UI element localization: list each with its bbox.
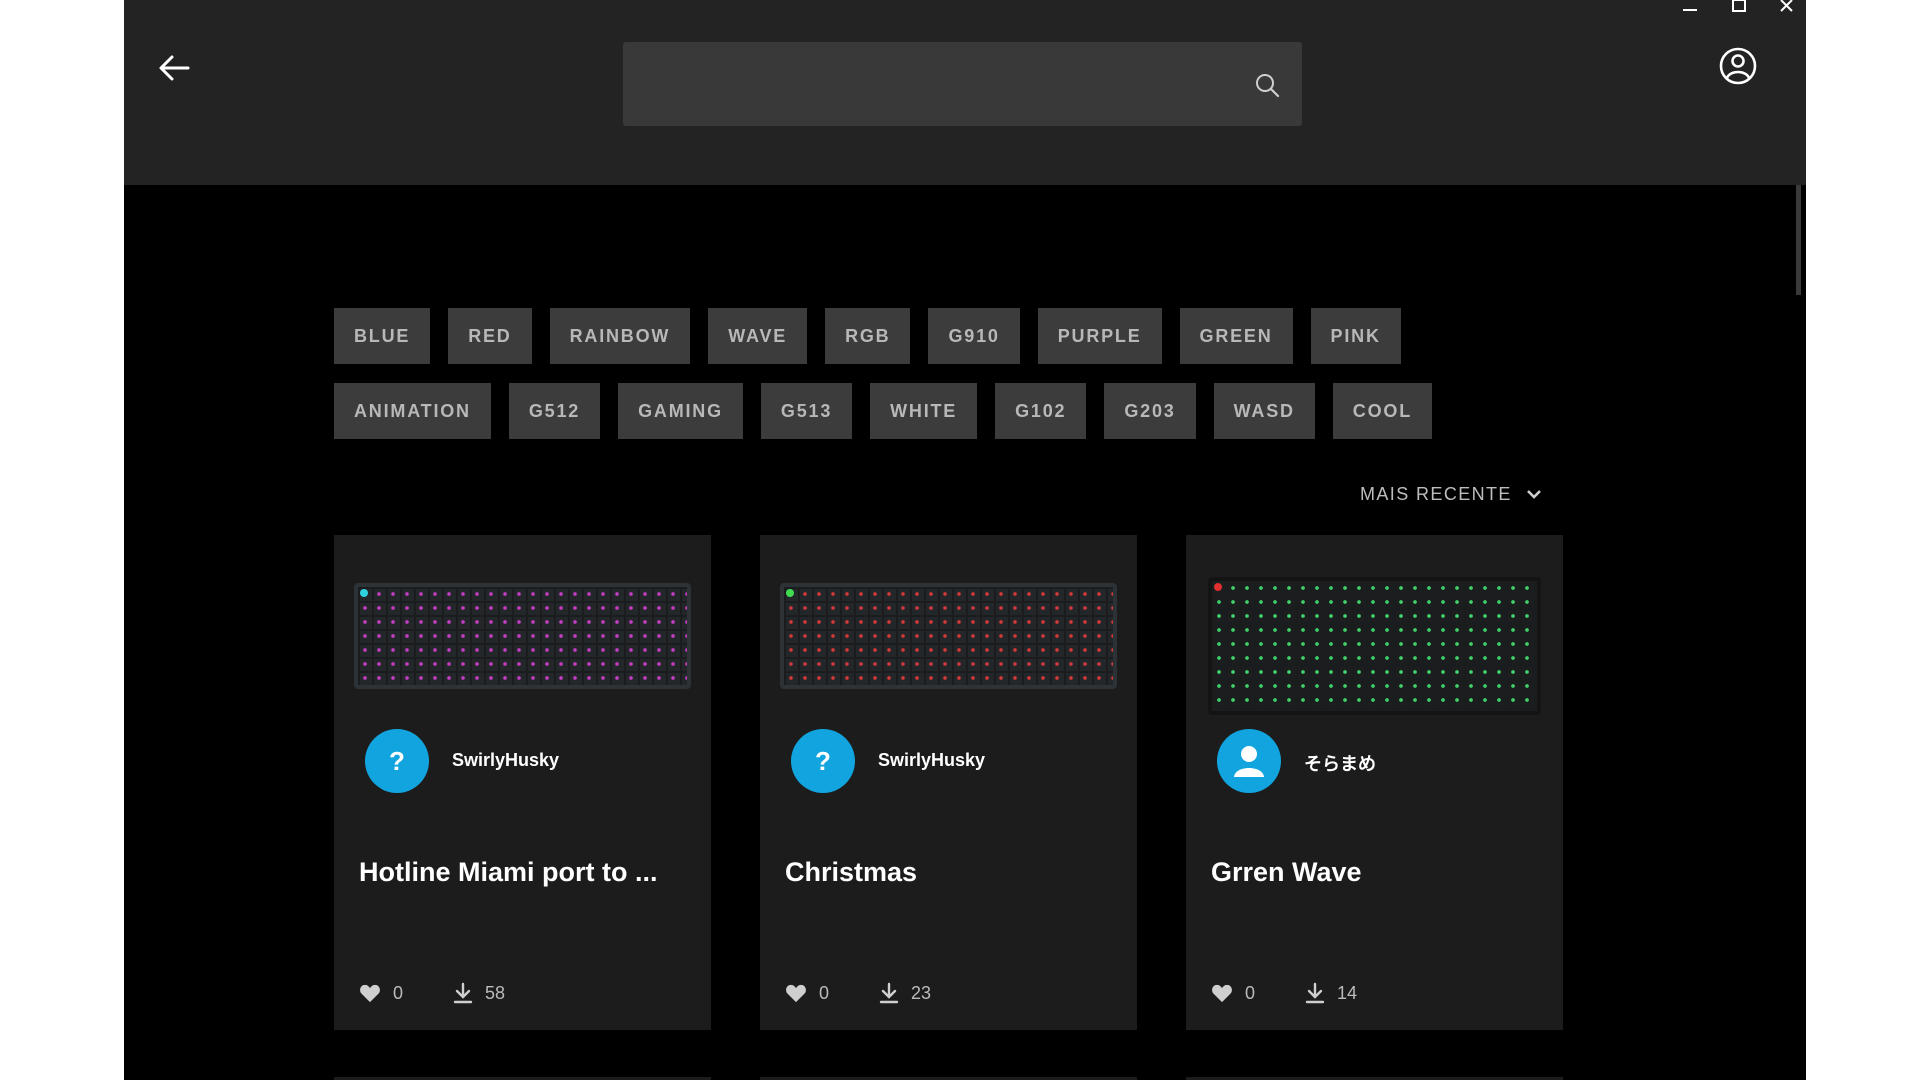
chevron-down-icon bbox=[1526, 490, 1541, 499]
tag-rgb[interactable]: RGB bbox=[825, 308, 911, 364]
tag-green[interactable]: GREEN bbox=[1179, 308, 1293, 364]
keyboard-preview bbox=[354, 583, 691, 689]
heart-icon bbox=[786, 984, 806, 1003]
downloads-count: 58 bbox=[485, 982, 506, 1003]
download-icon bbox=[453, 982, 473, 1004]
author-name[interactable]: SwirlyHusky bbox=[452, 750, 559, 771]
user-circle-icon bbox=[1719, 47, 1757, 85]
back-button[interactable] bbox=[154, 48, 194, 88]
tag-rainbow[interactable]: RAINBOW bbox=[549, 308, 691, 364]
tag-filter-list: BLUE RED RAINBOW WAVE RGB G910 PURPLE GR… bbox=[334, 308, 1484, 458]
arrow-left-icon bbox=[159, 55, 190, 81]
likes-count: 0 bbox=[819, 982, 830, 1003]
tag-g102[interactable]: G102 bbox=[995, 383, 1087, 439]
avatar bbox=[1217, 729, 1281, 793]
tag-gaming[interactable]: GAMING bbox=[618, 383, 743, 439]
search-icon[interactable] bbox=[1254, 72, 1280, 98]
logitech-logo-icon bbox=[1214, 583, 1222, 591]
likes-stat[interactable]: 0 bbox=[785, 983, 829, 1004]
scrollbar-thumb[interactable] bbox=[1796, 185, 1801, 295]
keyboard-keys bbox=[358, 587, 687, 685]
author-name[interactable]: そらまめ bbox=[1304, 750, 1376, 776]
logitech-logo-icon bbox=[360, 589, 368, 597]
downloads-stat[interactable]: 23 bbox=[879, 982, 931, 1004]
downloads-count: 14 bbox=[1337, 982, 1358, 1003]
header-bar bbox=[124, 0, 1806, 185]
keyboard-keys bbox=[1212, 581, 1537, 711]
profile-card[interactable]: そらまめ Grren Wave 0 14 bbox=[1186, 535, 1563, 1030]
profile-card[interactable]: ?? SwirlyHusky Christmas 0 23 bbox=[760, 535, 1137, 1030]
tag-red[interactable]: RED bbox=[448, 308, 532, 364]
sort-dropdown[interactable]: MAIS RECENTE bbox=[1360, 482, 1542, 506]
sort-label: MAIS RECENTE bbox=[1360, 483, 1512, 504]
tag-row: ANIMATION G512 GAMING G513 WHITE G102 G2… bbox=[334, 383, 1484, 439]
likes-count: 0 bbox=[393, 982, 404, 1003]
user-icon bbox=[1234, 746, 1264, 777]
card-stats: 0 23 bbox=[785, 982, 931, 1004]
logitech-logo-icon bbox=[786, 589, 794, 597]
downloads-stat[interactable]: 58 bbox=[453, 982, 505, 1004]
tag-wave[interactable]: WAVE bbox=[708, 308, 808, 364]
keyboard-preview bbox=[1208, 577, 1541, 715]
card-stats: 0 58 bbox=[359, 982, 505, 1004]
tag-g910[interactable]: G910 bbox=[928, 308, 1020, 364]
tag-g203[interactable]: G203 bbox=[1104, 383, 1196, 439]
keyboard-preview bbox=[780, 583, 1117, 689]
avatar-mark: ? bbox=[815, 745, 831, 776]
tag-blue[interactable]: BLUE bbox=[334, 308, 431, 364]
tag-cool[interactable]: COOL bbox=[1332, 383, 1432, 439]
close-icon[interactable] bbox=[1775, 0, 1799, 16]
maximize-icon[interactable] bbox=[1727, 0, 1751, 16]
tag-g512[interactable]: G512 bbox=[508, 383, 601, 439]
profile-card[interactable]: ? SwirlyHusky Hotline Miami port to ... … bbox=[334, 535, 711, 1030]
tag-g513[interactable]: G513 bbox=[760, 383, 853, 439]
avatar: ?? bbox=[791, 729, 855, 793]
heart-icon bbox=[1212, 984, 1232, 1003]
heart-icon bbox=[360, 984, 380, 1003]
download-icon bbox=[1305, 982, 1325, 1004]
download-icon bbox=[879, 982, 899, 1004]
likes-stat[interactable]: 0 bbox=[359, 983, 403, 1004]
search-input[interactable] bbox=[623, 42, 1302, 126]
card-title: Christmas bbox=[785, 857, 918, 887]
keyboard-keys bbox=[784, 587, 1113, 685]
tag-purple[interactable]: PURPLE bbox=[1037, 308, 1162, 364]
downloads-stat[interactable]: 14 bbox=[1305, 982, 1357, 1004]
tag-pink[interactable]: PINK bbox=[1310, 308, 1401, 364]
tag-animation[interactable]: ANIMATION bbox=[334, 383, 491, 439]
card-stats: 0 14 bbox=[1211, 982, 1357, 1004]
avatar-question-icon: ? bbox=[389, 745, 405, 776]
tag-wasd[interactable]: WASD bbox=[1213, 383, 1315, 439]
author-name[interactable]: SwirlyHusky bbox=[878, 750, 985, 771]
card-title: Grren Wave bbox=[1211, 857, 1362, 887]
avatar: ? bbox=[365, 729, 429, 793]
app-window: BLUE RED RAINBOW WAVE RGB G910 PURPLE GR… bbox=[124, 0, 1806, 1080]
minimize-icon[interactable] bbox=[1678, 0, 1702, 16]
likes-stat[interactable]: 0 bbox=[1211, 983, 1255, 1004]
card-title: Hotline Miami port to ... bbox=[359, 857, 658, 887]
likes-count: 0 bbox=[1245, 982, 1256, 1003]
downloads-count: 23 bbox=[911, 982, 932, 1003]
account-button[interactable] bbox=[1719, 47, 1757, 85]
tag-white[interactable]: WHITE bbox=[870, 383, 978, 439]
tag-row: BLUE RED RAINBOW WAVE RGB G910 PURPLE GR… bbox=[334, 308, 1484, 364]
